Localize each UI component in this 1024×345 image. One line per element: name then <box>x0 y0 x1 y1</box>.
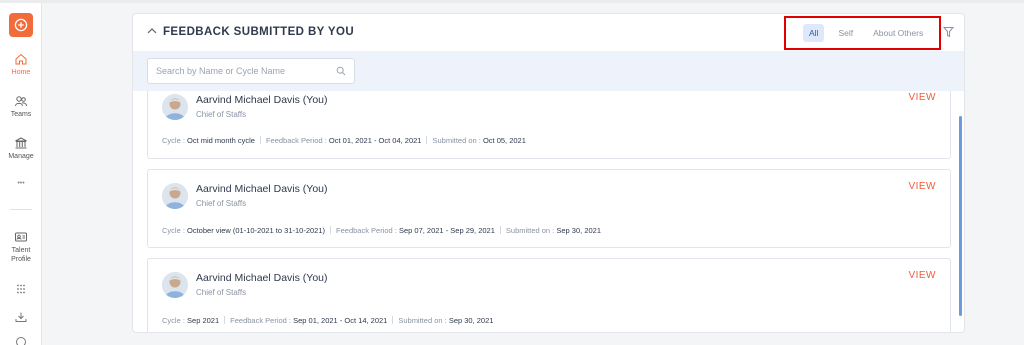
submitted-label: Submitted on : <box>398 316 447 325</box>
entry-name: Aarvind Michael Davis (You) <box>196 183 328 195</box>
scrollbar[interactable] <box>959 116 962 316</box>
sidebar-item-more[interactable]: ••• <box>0 179 42 188</box>
sidebar-item-home[interactable]: Home <box>0 53 42 77</box>
entry-meta: Cycle : Oct mid month cycle Feedback Peri… <box>162 136 526 145</box>
feedback-panel: FEEDBACK SUBMITTED BY YOU All Self About… <box>132 13 965 333</box>
submitted-value: Sep 30, 2021 <box>556 226 601 235</box>
view-button[interactable]: VIEW <box>908 92 936 103</box>
add-button[interactable] <box>9 13 33 37</box>
view-button[interactable]: VIEW <box>908 270 936 281</box>
cycle-value: Sep 2021 <box>187 316 220 325</box>
period-label: Feedback Period : <box>230 316 292 325</box>
search-icon[interactable] <box>336 66 346 76</box>
top-border <box>0 0 1024 3</box>
filter-tabs: All Self About Others <box>784 16 941 50</box>
panel-title: FEEDBACK SUBMITTED BY YOU <box>163 26 355 38</box>
avatar <box>162 183 188 209</box>
entry-role: Chief of Staffs <box>196 110 247 119</box>
sidebar-divider <box>10 209 32 210</box>
avatar <box>162 94 188 120</box>
submitted-label: Submitted on : <box>432 136 481 145</box>
sidebar-item-badge[interactable] <box>0 336 42 345</box>
filter-self[interactable]: Self <box>832 24 859 42</box>
filter-all[interactable]: All <box>803 24 825 42</box>
entry-meta: Cycle : October view (01-10-2021 to 31-1… <box>162 226 601 235</box>
period-value: Sep 07, 2021 - Sep 29, 2021 <box>398 226 495 235</box>
sidebar-item-teams[interactable]: Teams <box>0 95 42 119</box>
list-item: Aarvind Michael Davis (You) Chief of Sta… <box>147 258 951 332</box>
list-item: Aarvind Michael Davis (You) Chief of Sta… <box>147 91 951 159</box>
submitted-value: Oct 05, 2021 <box>482 136 526 145</box>
id-card-icon <box>15 232 27 242</box>
entry-meta: Cycle : Sep 2021 Feedback Period : Sep 01… <box>162 316 493 325</box>
sidebar-item-manage[interactable]: Manage <box>0 137 42 161</box>
plus-circle-icon <box>14 18 28 32</box>
more-icon: ••• <box>17 180 25 187</box>
entry-name: Aarvind Michael Davis (You) <box>196 94 328 106</box>
panel-header: FEEDBACK SUBMITTED BY YOU All Self About… <box>133 14 964 51</box>
sidebar-item-talent-profile[interactable]: Talent Profile <box>0 231 42 264</box>
avatar <box>162 272 188 298</box>
home-icon <box>15 53 27 65</box>
bank-icon <box>15 137 27 149</box>
filter-funnel-icon[interactable] <box>943 26 954 38</box>
chevron-up-icon[interactable] <box>147 27 157 35</box>
view-button[interactable]: VIEW <box>908 181 936 192</box>
sidebar-item-label: Talent Profile <box>11 247 31 263</box>
cycle-value: Oct mid month cycle <box>187 136 255 145</box>
period-value: Sep 01, 2021 - Oct 14, 2021 <box>293 316 388 325</box>
search-box <box>147 58 355 84</box>
entry-name: Aarvind Michael Davis (You) <box>196 272 328 284</box>
sidebar-item-apps[interactable] <box>0 283 42 298</box>
cycle-label: Cycle : <box>162 136 185 145</box>
sidebar-item-label: Manage <box>8 153 34 160</box>
filter-about-others[interactable]: About Others <box>867 24 929 42</box>
badge-icon <box>16 337 26 345</box>
teams-icon <box>15 96 27 107</box>
cycle-label: Cycle : <box>162 316 185 325</box>
feedback-list: Aarvind Michael Davis (You) Chief of Sta… <box>133 91 964 332</box>
period-label: Feedback Period : <box>265 136 327 145</box>
download-icon <box>15 312 27 322</box>
list-item: Aarvind Michael Davis (You) Chief of Sta… <box>147 169 951 248</box>
entry-role: Chief of Staffs <box>196 288 247 297</box>
submitted-value: Sep 30, 2021 <box>448 316 494 325</box>
cycle-value: October view (01-10-2021 to 31-10-2021) <box>187 226 326 235</box>
period-label: Feedback Period : <box>336 226 397 235</box>
sidebar: Home Teams Manage ••• Talent Profile <box>0 3 42 345</box>
entry-role: Chief of Staffs <box>196 199 247 208</box>
search-bar <box>133 51 964 91</box>
search-input[interactable] <box>148 59 328 83</box>
submitted-label: Submitted on : <box>505 226 555 235</box>
sidebar-item-label: Home <box>11 69 31 76</box>
cycle-label: Cycle : <box>162 226 185 235</box>
grid-icon <box>17 284 25 294</box>
sidebar-item-download[interactable] <box>0 311 42 326</box>
sidebar-item-label: Teams <box>10 111 32 118</box>
period-value: Oct 01, 2021 - Oct 04, 2021 <box>328 136 422 145</box>
